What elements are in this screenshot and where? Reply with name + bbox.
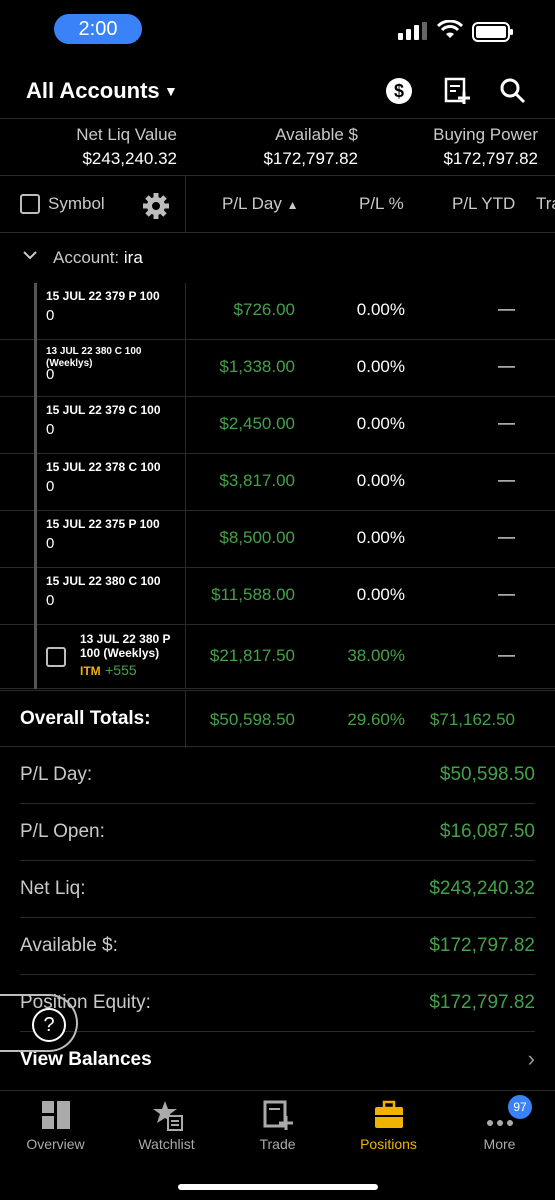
totals-pl-ytd: $71,162.50	[429, 710, 515, 729]
totals-pl-day: $50,598.50	[209, 710, 295, 729]
select-all-checkbox[interactable]	[20, 194, 40, 219]
position-qty: 0	[46, 421, 55, 438]
account-group-label: Account: ira	[53, 248, 143, 267]
position-pl-day: $726.00	[233, 300, 295, 319]
watchlist-icon	[153, 1101, 183, 1131]
dollar-icon[interactable]: $	[384, 76, 414, 106]
column-pl-ytd[interactable]: P/L YTD	[452, 194, 515, 214]
balance-net-liq: Net Liq: $243,240.32	[20, 861, 535, 918]
position-pl-day: $11,588.00	[211, 585, 295, 604]
tab-overview[interactable]: Overview	[0, 1091, 111, 1171]
summary-buying-power: Buying Power $172,797.82	[433, 125, 538, 168]
position-row[interactable]: 15 JUL 22 375 P 100 0 $8,500.00 0.00% —	[0, 511, 555, 568]
position-symbol: 15 JUL 22 380 C 100	[46, 574, 161, 588]
position-itm-change: ITM +555	[80, 662, 137, 678]
position-pl-day: $2,450.00	[219, 414, 295, 433]
column-pl-pct[interactable]: P/L %	[359, 194, 404, 214]
position-pl-ytd: —	[498, 470, 515, 489]
position-qty: 0	[46, 478, 55, 495]
position-pl-pct: 0.00%	[356, 528, 405, 547]
position-row[interactable]: 15 JUL 22 379 C 100 0 $2,450.00 0.00% —	[0, 397, 555, 454]
tab-trade[interactable]: Trade	[222, 1091, 333, 1171]
overall-totals: Overall Totals: $50,598.50 29.60% $71,16…	[0, 690, 555, 748]
cellular-signal-icon	[398, 22, 427, 40]
balance-position-equity: Position Equity: $172,797.82	[20, 975, 535, 1032]
balance-available: Available $: $172,797.82	[20, 918, 535, 975]
position-pl-pct: 0.00%	[356, 414, 405, 433]
status-time: 2:00	[54, 14, 142, 44]
tab-positions[interactable]: Positions	[333, 1091, 444, 1171]
totals-label: Overall Totals:	[20, 708, 151, 729]
view-balances-link[interactable]: View Balances ›	[20, 1032, 535, 1089]
position-pl-ytd: —	[498, 527, 515, 546]
balance-pl-day: P/L Day: $50,598.50	[20, 747, 535, 804]
position-pl-ytd: —	[498, 299, 515, 318]
position-pl-ytd: —	[498, 645, 515, 664]
trade-icon	[263, 1100, 293, 1130]
chevron-right-icon: ›	[527, 1046, 535, 1071]
position-row[interactable]: 13 JUL 22 380 C 100 (Weeklys) 0 $1,338.0…	[0, 340, 555, 397]
svg-text:$: $	[394, 81, 404, 101]
caret-down-icon[interactable]: ▼	[164, 83, 178, 99]
column-header: Symbol P/L Day ▲ P/L % P/L YTD Tra	[0, 176, 555, 233]
totals-pl-pct: 29.60%	[347, 710, 405, 729]
trade-ticket-icon[interactable]	[442, 76, 472, 106]
summary-net-liq: Net Liq Value $243,240.32	[76, 125, 177, 168]
position-pl-pct: 0.00%	[356, 585, 405, 604]
column-pl-day[interactable]: P/L Day ▲	[222, 194, 298, 214]
position-row[interactable]: 15 JUL 22 380 C 100 0 $11,588.00 0.00% —	[0, 568, 555, 625]
position-pl-day: $1,338.00	[219, 357, 295, 376]
position-pl-pct: 38.00%	[347, 646, 405, 665]
notification-badge: 97	[508, 1095, 532, 1119]
account-group-header[interactable]: Account: ira	[0, 233, 555, 283]
position-pl-pct: 0.00%	[356, 357, 405, 376]
positions-icon	[375, 1100, 403, 1128]
position-pl-pct: 0.00%	[356, 300, 405, 319]
position-pl-pct: 0.00%	[356, 471, 405, 490]
position-pl-ytd: —	[498, 413, 515, 432]
wifi-icon	[437, 20, 463, 38]
position-pl-ytd: —	[498, 356, 515, 375]
column-symbol[interactable]: Symbol	[48, 194, 105, 214]
column-trade[interactable]: Tra	[536, 194, 555, 214]
overview-icon	[42, 1101, 70, 1129]
gear-icon[interactable]	[142, 192, 170, 220]
position-symbol: 15 JUL 22 378 C 100	[46, 460, 161, 474]
position-symbol: 15 JUL 22 379 P 100	[46, 289, 160, 303]
position-pl-day: $8,500.00	[219, 528, 295, 547]
position-row[interactable]: 13 JUL 22 380 P 100 (Weeklys) ITM +555 $…	[0, 625, 555, 689]
sort-up-icon: ▲	[286, 198, 299, 212]
position-qty: 0	[46, 307, 55, 324]
tab-watchlist[interactable]: Watchlist	[111, 1091, 222, 1171]
position-qty: 0	[46, 592, 55, 609]
position-pl-day: $21,817.50	[209, 646, 295, 665]
position-qty: 0	[46, 366, 55, 383]
search-icon[interactable]	[498, 76, 528, 106]
top-nav: All Accounts ▼ $	[0, 70, 555, 114]
chevron-down-icon[interactable]	[22, 247, 38, 263]
position-symbol: 13 JUL 22 380 C 100 (Weeklys)	[46, 346, 142, 369]
position-qty: 0	[46, 535, 55, 552]
position-pl-ytd: —	[498, 584, 515, 603]
row-checkbox[interactable]	[46, 647, 66, 672]
position-row[interactable]: 15 JUL 22 379 P 100 0 $726.00 0.00% —	[0, 283, 555, 340]
help-button[interactable]: ?	[0, 994, 78, 1052]
account-summary: Net Liq Value $243,240.32 Available $ $1…	[0, 118, 555, 176]
home-indicator	[178, 1184, 378, 1190]
position-pl-day: $3,817.00	[219, 471, 295, 490]
balance-pl-open: P/L Open: $16,087.50	[20, 804, 535, 861]
position-symbol: 15 JUL 22 375 P 100	[46, 517, 160, 531]
position-symbol: 13 JUL 22 380 P 100 (Weeklys)	[80, 632, 171, 660]
help-icon: ?	[32, 1008, 66, 1042]
position-symbol: 15 JUL 22 379 C 100	[46, 403, 161, 417]
summary-available: Available $ $172,797.82	[263, 125, 358, 168]
position-row[interactable]: 15 JUL 22 378 C 100 0 $3,817.00 0.00% —	[0, 454, 555, 511]
account-selector[interactable]: All Accounts	[26, 78, 160, 104]
status-bar: 2:00	[0, 0, 555, 60]
tab-more[interactable]: 97 More	[444, 1091, 555, 1171]
battery-icon	[472, 22, 513, 42]
